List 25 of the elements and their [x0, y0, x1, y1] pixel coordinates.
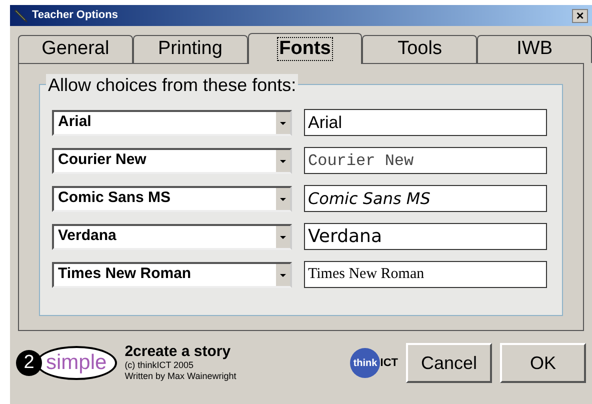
window-title: Teacher Options	[32, 8, 119, 24]
font-preview: Arial	[304, 109, 547, 136]
font-dropdown[interactable]: Comic Sans MS	[52, 186, 292, 212]
font-dropdown[interactable]: Arial	[52, 110, 292, 136]
simple-logo: 2 simple	[16, 346, 117, 380]
close-button[interactable]: ×	[572, 8, 588, 22]
tab[interactable]: General	[18, 35, 133, 63]
font-preview: Verdana	[304, 223, 547, 250]
font-dropdown[interactable]: Courier New	[52, 148, 292, 174]
dialog-button[interactable]: Cancel	[406, 343, 492, 383]
copyright-text: (c) thinkICT 2005	[124, 360, 195, 371]
font-dropdown[interactable]: Verdana	[52, 224, 292, 250]
thinkict-logo: think ICT	[350, 348, 398, 378]
author-text: Written by Max Wainewright	[124, 371, 236, 382]
font-dropdown[interactable]: Times New Roman	[52, 262, 292, 288]
tab[interactable]: IWB	[477, 35, 592, 63]
font-preview: Times New Roman	[304, 261, 547, 288]
dialog-button[interactable]: OK	[500, 343, 586, 383]
tab[interactable]: Fonts	[248, 33, 362, 64]
tab[interactable]: Printing	[132, 35, 248, 63]
tab[interactable]: Tools	[362, 35, 478, 63]
product-name: 2create a story	[124, 344, 232, 360]
font-preview: Comic Sans MS	[304, 185, 547, 212]
pencil-icon	[14, 8, 28, 22]
font-preview: Courier New	[304, 147, 547, 174]
